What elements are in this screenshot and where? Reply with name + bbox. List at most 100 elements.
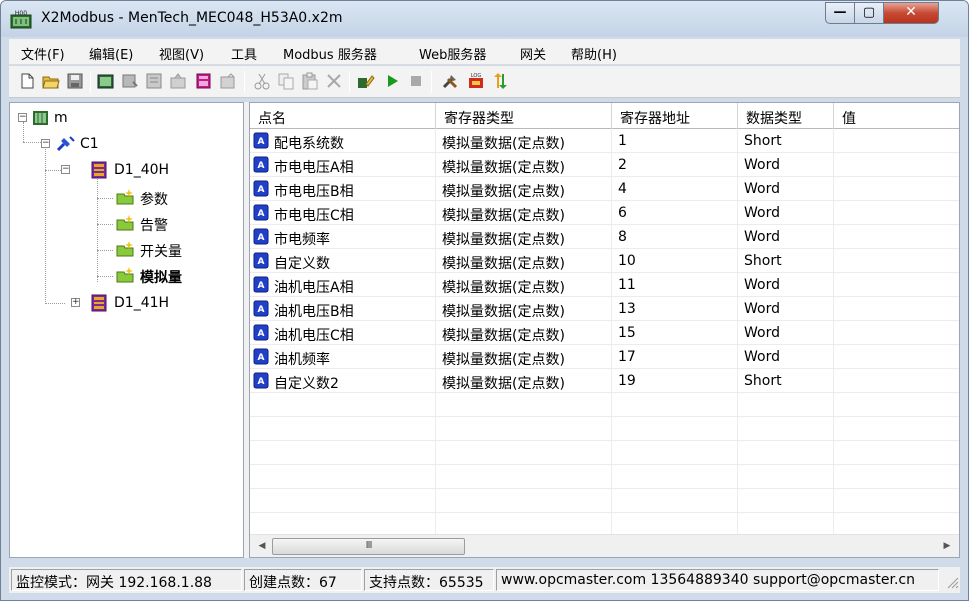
- title-bar[interactable]: H00 X2Modbus - MenTech_MEC048_H53A0.x2m …: [1, 1, 968, 37]
- stop-icon[interactable]: [407, 72, 425, 90]
- collapse-icon[interactable]: −: [18, 113, 27, 122]
- table-row[interactable]: A 自定义数2 模拟量数据(定点数) 19 Short: [250, 369, 959, 393]
- svg-text:LOG: LOG: [471, 73, 482, 79]
- cell-value: [834, 249, 959, 273]
- tree-node-group-params[interactable]: 参数: [114, 187, 214, 208]
- window-title: X2Modbus - MenTech_MEC048_H53A0.x2m: [41, 10, 343, 26]
- tree-node-group-switches[interactable]: 开关量: [114, 239, 214, 260]
- close-icon: ✕: [905, 4, 917, 20]
- grip-icon: III: [365, 540, 373, 551]
- tree-label-root: m: [54, 110, 68, 126]
- maximize-button[interactable]: ▢: [854, 2, 884, 24]
- table-row[interactable]: A 市电频率 模拟量数据(定点数) 8 Word: [250, 225, 959, 249]
- tree-node-group-analog[interactable]: 模拟量: [114, 265, 214, 286]
- collapse-icon[interactable]: −: [61, 165, 70, 174]
- analog-point-icon: A: [253, 180, 269, 197]
- save-icon[interactable]: [66, 72, 84, 90]
- table-row[interactable]: A 自定义数 模拟量数据(定点数) 10 Short: [250, 249, 959, 273]
- tree-node-device-1[interactable]: − D1_40H: [61, 160, 196, 180]
- menu-file[interactable]: 文件(F): [21, 44, 65, 63]
- add-channel-icon[interactable]: [97, 72, 115, 90]
- tree-node-channel[interactable]: − C1: [36, 134, 136, 154]
- cell-data-type: Word: [738, 297, 834, 321]
- point-name-text: 油机电压C相: [274, 328, 354, 344]
- collapse-icon[interactable]: −: [41, 139, 50, 148]
- menu-web-server[interactable]: Web服务器: [419, 44, 486, 63]
- cell-point-name: A 油机电压C相: [250, 321, 436, 345]
- table-row[interactable]: A 油机电压A相 模拟量数据(定点数) 11 Word: [250, 273, 959, 297]
- log-icon[interactable]: LOG: [467, 72, 485, 90]
- point-name-text: 市电电压B相: [274, 184, 354, 200]
- menu-edit[interactable]: 编辑(E): [89, 44, 133, 63]
- open-folder-icon[interactable]: [42, 72, 60, 90]
- tools-icon[interactable]: [441, 72, 459, 90]
- cell-register-address: [612, 417, 738, 441]
- cell-value: [834, 153, 959, 177]
- add-device-icon[interactable]: [121, 72, 139, 90]
- table-row[interactable]: A 油机电压B相 模拟量数据(定点数) 13 Word: [250, 297, 959, 321]
- expand-icon[interactable]: +: [71, 298, 80, 307]
- cell-register-address: 2: [612, 153, 738, 177]
- cell-register-address: 17: [612, 345, 738, 369]
- cell-register-address: 13: [612, 297, 738, 321]
- menu-modbus-server[interactable]: Modbus 服务器: [283, 44, 377, 63]
- column-header-name[interactable]: 点名: [250, 103, 436, 129]
- table-row[interactable]: A 油机电压C相 模拟量数据(定点数) 15 Word: [250, 321, 959, 345]
- properties-icon[interactable]: [219, 72, 237, 90]
- copy-icon[interactable]: [277, 72, 295, 90]
- table-row[interactable]: [250, 393, 959, 417]
- close-button[interactable]: ✕: [883, 2, 939, 24]
- cell-value: [834, 441, 959, 465]
- svg-text:A: A: [258, 305, 265, 315]
- menu-view[interactable]: 视图(V): [159, 44, 204, 63]
- svg-text:A: A: [258, 353, 265, 363]
- analog-point-icon: A: [253, 300, 269, 317]
- add-point-icon[interactable]: [169, 72, 187, 90]
- column-header-register-type[interactable]: 寄存器类型: [436, 103, 612, 129]
- cell-data-type: [738, 441, 834, 465]
- cut-icon[interactable]: [253, 72, 271, 90]
- cell-value: [834, 273, 959, 297]
- delete-icon[interactable]: [325, 72, 343, 90]
- column-header-data-type[interactable]: 数据类型: [738, 103, 834, 129]
- tree-node-root[interactable]: − m: [14, 108, 114, 128]
- column-header-register-address[interactable]: 寄存器地址: [612, 103, 738, 129]
- menu-help[interactable]: 帮助(H): [571, 44, 617, 63]
- table-row[interactable]: A 市电电压C相 模拟量数据(定点数) 6 Word: [250, 201, 959, 225]
- table-row[interactable]: A 市电电压A相 模拟量数据(定点数) 2 Word: [250, 153, 959, 177]
- resize-grip-icon[interactable]: [945, 575, 959, 589]
- device-tree: − m − C1 − D1_40H 参数 告警 开关量 模拟量 + D1_41H: [9, 102, 244, 558]
- import-icon[interactable]: [195, 72, 213, 90]
- table-row[interactable]: A 配电系统数 模拟量数据(定点数) 1 Short: [250, 129, 959, 153]
- cell-register-address: 6: [612, 201, 738, 225]
- cell-point-name: A 市电电压A相: [250, 153, 436, 177]
- table-row[interactable]: A 油机频率 模拟量数据(定点数) 17 Word: [250, 345, 959, 369]
- scroll-right-icon[interactable]: ▶: [939, 538, 955, 554]
- new-file-icon[interactable]: [18, 72, 36, 90]
- column-header-value[interactable]: 值: [834, 103, 959, 129]
- cell-point-name: [250, 489, 436, 513]
- paste-icon[interactable]: [301, 72, 319, 90]
- table-row[interactable]: [250, 465, 959, 489]
- cell-data-type: [738, 489, 834, 513]
- horizontal-scrollbar[interactable]: ◀ III ▶: [250, 534, 959, 557]
- scrollbar-thumb[interactable]: III: [272, 538, 465, 555]
- svg-text:A: A: [258, 233, 265, 243]
- add-group-icon[interactable]: [145, 72, 163, 90]
- scroll-left-icon[interactable]: ◀: [254, 538, 270, 554]
- data-transfer-icon[interactable]: [492, 72, 510, 90]
- menu-gateway[interactable]: 网关: [520, 44, 546, 63]
- minimize-button[interactable]: —: [825, 2, 855, 24]
- folder-icon: [116, 267, 134, 283]
- menu-tools[interactable]: 工具: [231, 44, 257, 63]
- table-row[interactable]: [250, 489, 959, 513]
- monitor-icon[interactable]: [357, 72, 375, 90]
- table-header: 点名 寄存器类型 寄存器地址 数据类型 值: [250, 103, 959, 129]
- table-row[interactable]: [250, 417, 959, 441]
- table-row[interactable]: A 市电电压B相 模拟量数据(定点数) 4 Word: [250, 177, 959, 201]
- run-icon[interactable]: [383, 72, 401, 90]
- table-row[interactable]: [250, 441, 959, 465]
- tree-node-device-2[interactable]: + D1_41H: [66, 293, 196, 313]
- tree-node-group-alarms[interactable]: 告警: [114, 213, 214, 234]
- svg-text:A: A: [258, 209, 265, 219]
